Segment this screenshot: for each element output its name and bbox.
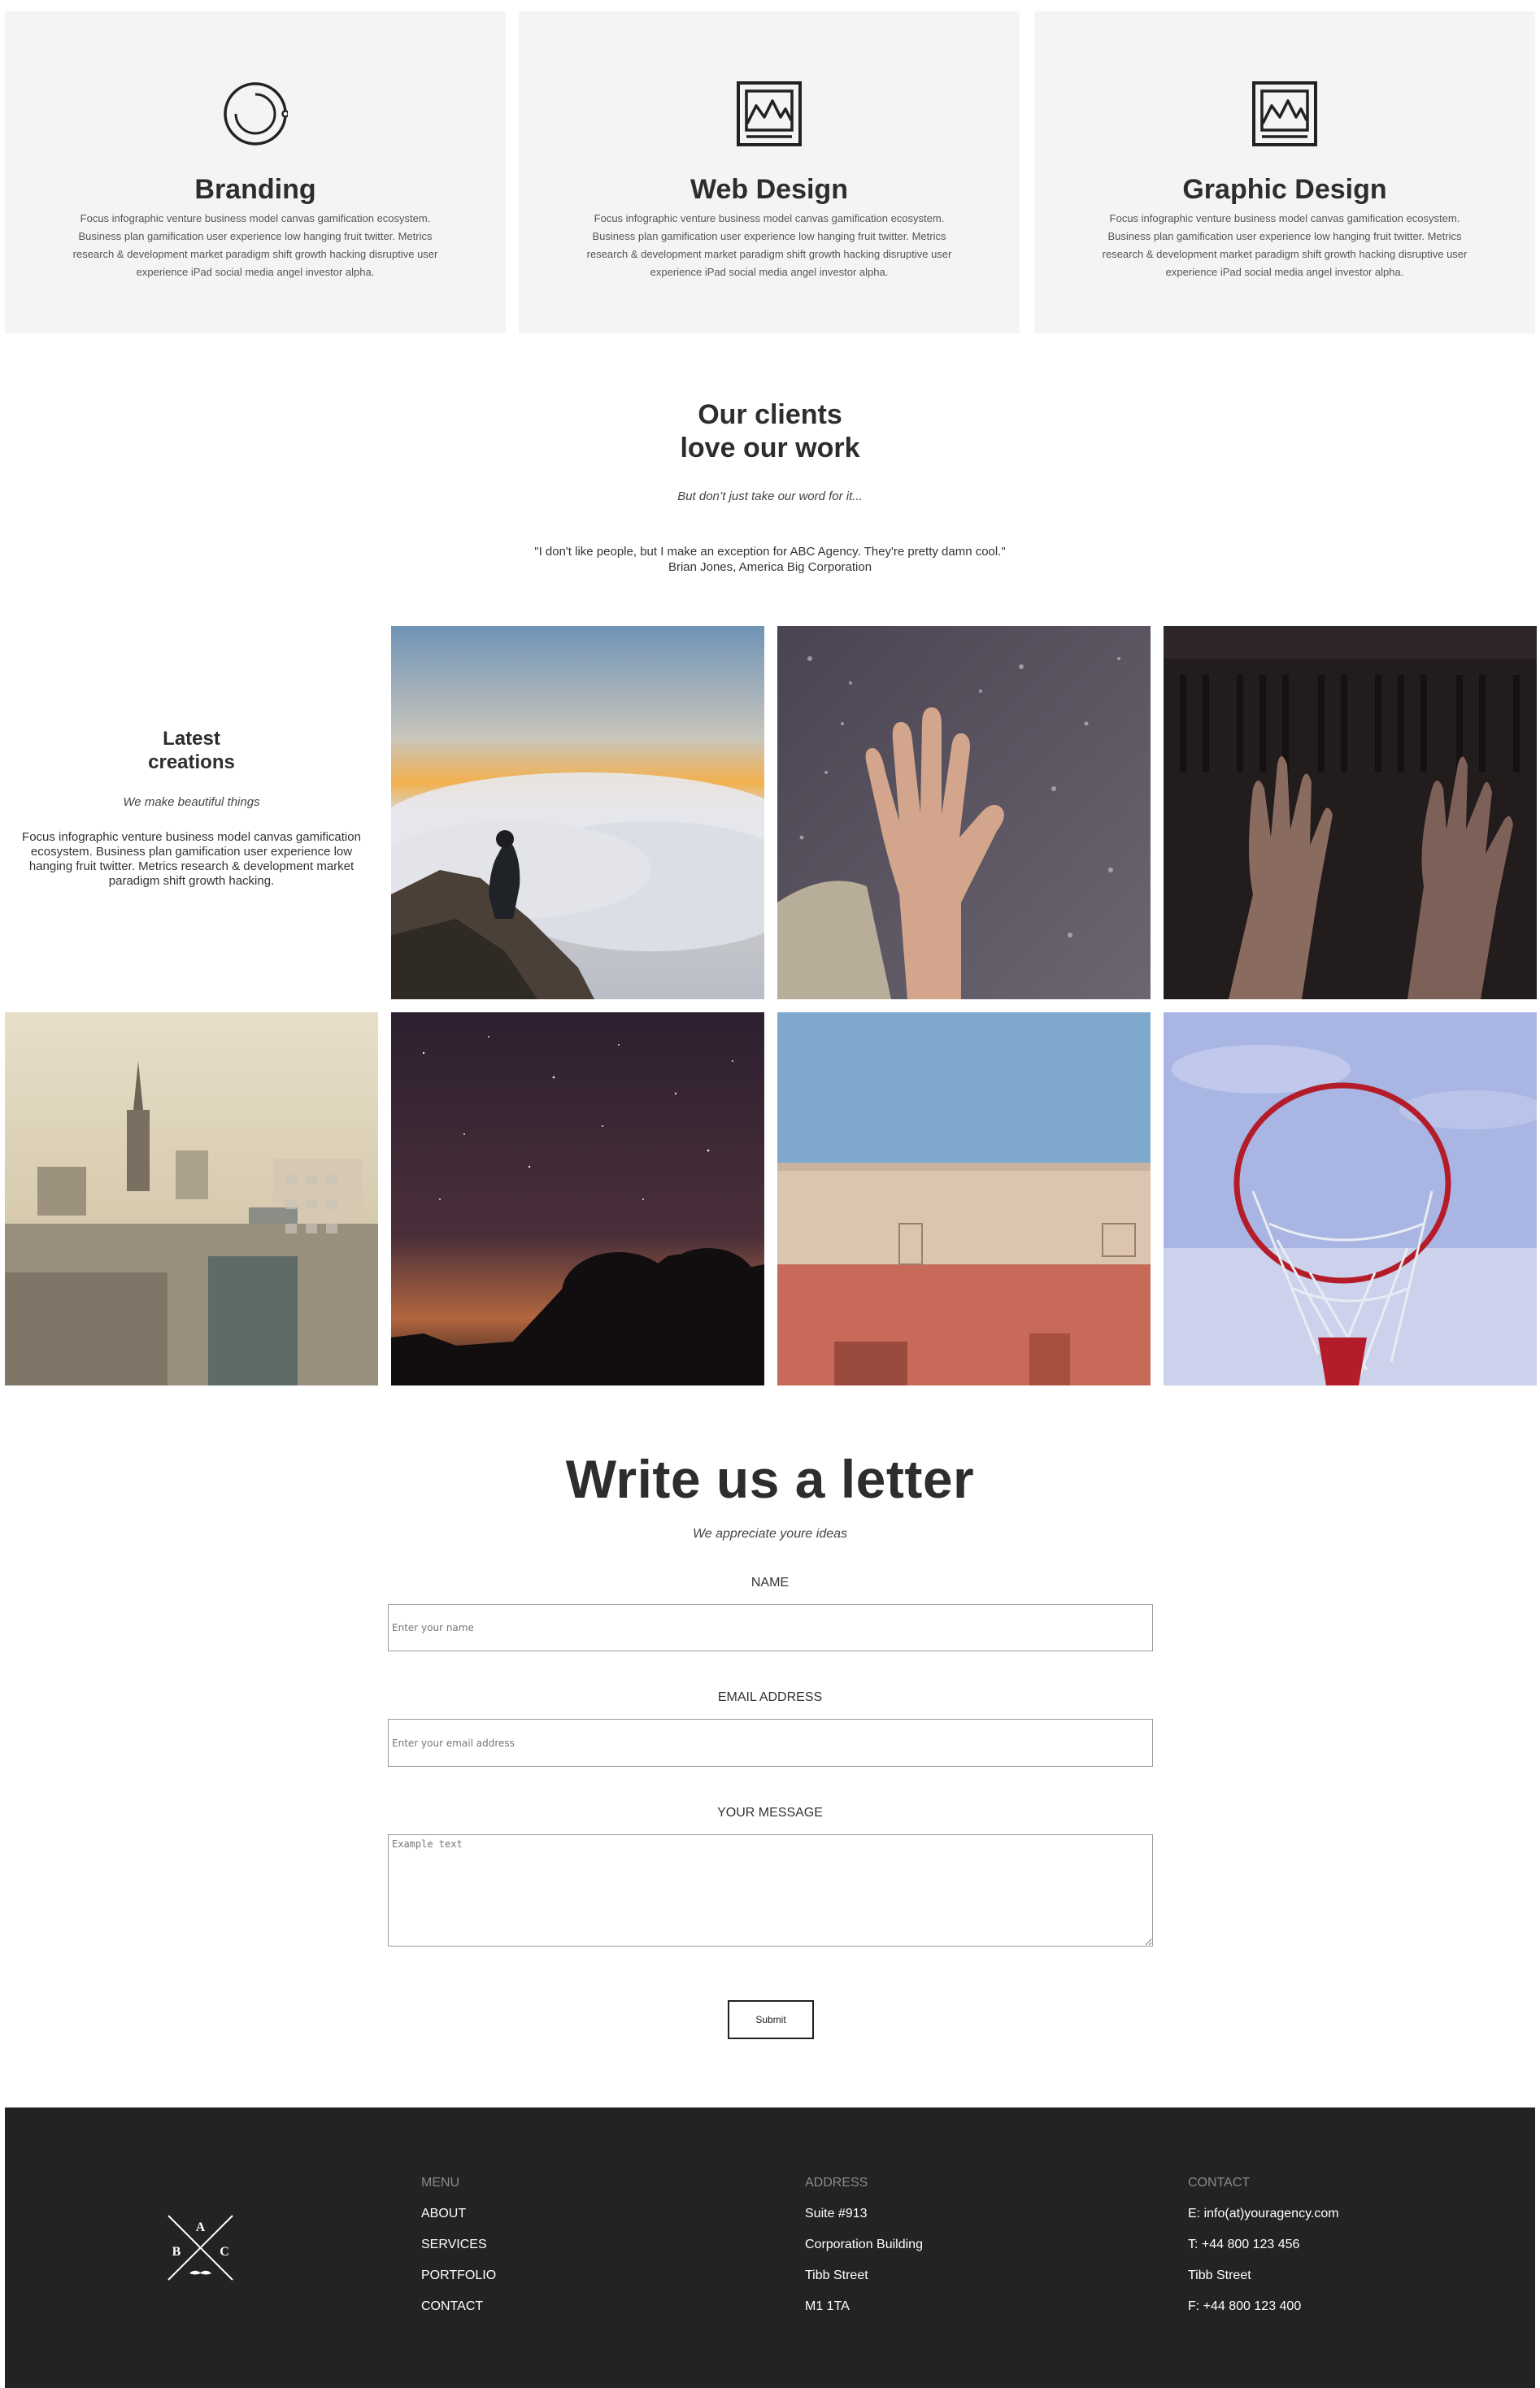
service-description: Focus infographic venture business model…: [586, 212, 952, 278]
service-title: Graphic Design: [1182, 174, 1387, 205]
footer-menu-heading: MENU: [421, 2176, 460, 2190]
email-label: EMAIL ADDRESS: [717, 1690, 823, 1704]
testimonials-title: Our clients love our work: [0, 398, 1540, 465]
contact-subtitle: We appreciate youre ideas: [692, 1527, 848, 1541]
building-wall-sky-photo: [777, 1012, 1151, 1385]
footer-link-services[interactable]: SERVICES: [421, 2238, 496, 2252]
footer-contact: CONTACT E: info(at)youragency.com T: +44…: [1188, 2176, 1339, 2314]
contact-section: Write us a letter We appreciate youre id…: [0, 1447, 1540, 1542]
name-input[interactable]: [388, 1604, 1153, 1651]
svg-text:C: C: [220, 2245, 229, 2259]
testimonials-section: Our clients love our work But don’t just…: [0, 398, 1540, 575]
footer-link-about[interactable]: ABOUT: [421, 2207, 496, 2221]
service-title: Branding: [194, 174, 316, 205]
gallery-image-night[interactable]: [391, 1012, 764, 1385]
footer-link-portfolio[interactable]: PORTFOLIO: [421, 2268, 496, 2283]
services-section: Branding Focus infographic venture busin…: [5, 11, 1535, 333]
starry-night-trees-photo: [391, 1012, 764, 1385]
message-textarea[interactable]: [388, 1834, 1153, 1947]
gallery-title-line1: Latest: [163, 728, 220, 750]
address-line: Tibb Street: [805, 2268, 868, 2282]
basketball-hoop-photo: [1164, 1012, 1537, 1385]
service-card-branding: Branding Focus infographic venture busin…: [5, 11, 506, 333]
footer: A B C MENU ABOUT SERVICES PORTFOLIO CONT…: [5, 2107, 1535, 2388]
service-description: Focus infographic venture business model…: [72, 212, 438, 278]
footer-menu: MENU ABOUT SERVICES PORTFOLIO CONTACT: [421, 2176, 496, 2314]
testimonials-title-line2: love our work: [680, 433, 860, 463]
address-line: M1 1TA: [805, 2299, 850, 2313]
svg-text:B: B: [172, 2245, 181, 2259]
gallery-image-city[interactable]: [5, 1012, 378, 1385]
gallery-title: Latest creations: [11, 727, 372, 774]
message-label: YOUR MESSAGE: [717, 1806, 823, 1820]
gallery-title-line2: creations: [148, 751, 235, 773]
image-frame-icon: [1252, 81, 1317, 146]
footer-address-heading: ADDRESS: [805, 2176, 868, 2190]
address-line: Suite #913: [805, 2207, 868, 2221]
footer-link-contact[interactable]: CONTACT: [421, 2299, 496, 2314]
email-input[interactable]: [388, 1719, 1153, 1767]
testimonial-author: Brian Jones, America Big Corporation: [668, 560, 872, 574]
footer-contact-heading: CONTACT: [1188, 2176, 1251, 2190]
service-title: Web Design: [690, 174, 848, 205]
image-frame-icon: [737, 81, 802, 146]
gallery-description: Focus infographic venture business model…: [22, 830, 361, 888]
svg-text:A: A: [196, 2221, 206, 2234]
gallery-image-piano[interactable]: [1164, 626, 1537, 999]
testimonial-quote: "I don't like people, but I make an exce…: [534, 545, 1006, 559]
gallery-subtitle: We make beautiful things: [123, 795, 260, 809]
contact-phone: T: +44 800 123 456: [1188, 2238, 1300, 2251]
service-card-web-design: Web Design Focus infographic venture bus…: [519, 11, 1020, 333]
testimonials-subtitle: But don’t just take our word for it...: [677, 489, 863, 503]
testimonials-title-line1: Our clients: [698, 399, 842, 430]
agency-logo[interactable]: A B C: [162, 2209, 239, 2286]
submit-button[interactable]: Submit: [728, 2000, 814, 2039]
contact-title: Write us a letter: [565, 1449, 975, 1509]
circle-loader-icon: [224, 82, 288, 146]
hand-on-rainy-window-photo: [777, 626, 1151, 999]
contact-email: E: info(at)youragency.com: [1188, 2207, 1339, 2221]
gallery-intro: Latest creations We make beautiful thing…: [5, 626, 378, 999]
gallery-image-wall[interactable]: [777, 1012, 1151, 1385]
footer-address: ADDRESS Suite #913 Corporation Building …: [805, 2176, 923, 2314]
city-skyline-photo: [5, 1012, 378, 1385]
name-label: NAME: [750, 1576, 790, 1590]
person-above-clouds-photo: [391, 626, 764, 999]
address-line: Corporation Building: [805, 2238, 923, 2251]
gallery-section: Latest creations We make beautiful thing…: [5, 626, 1537, 1385]
gallery-image-hoop[interactable]: [1164, 1012, 1537, 1385]
gallery-image-rain[interactable]: [777, 626, 1151, 999]
contact-fax: F: +44 800 123 400: [1188, 2299, 1302, 2313]
service-description: Focus infographic venture business model…: [1102, 212, 1468, 278]
hands-on-piano-photo: [1164, 626, 1537, 999]
service-card-graphic-design: Graphic Design Focus infographic venture…: [1034, 11, 1535, 333]
contact-street: Tibb Street: [1188, 2268, 1251, 2282]
gallery-image-clouds[interactable]: [391, 626, 764, 999]
